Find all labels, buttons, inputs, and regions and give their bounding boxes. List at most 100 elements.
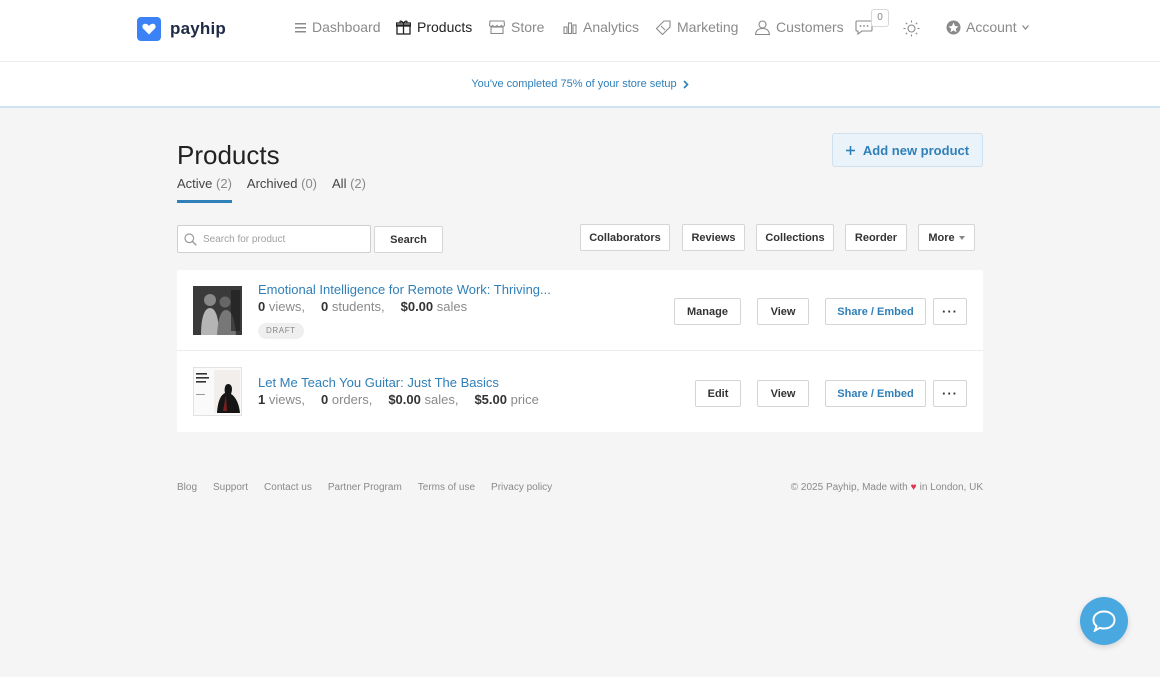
- footer-link-privacy[interactable]: Privacy policy: [491, 482, 552, 493]
- tab-active[interactable]: Active (2): [177, 176, 232, 203]
- nav-store-label: Store: [511, 19, 545, 35]
- heart-icon: ♥: [910, 482, 917, 493]
- reviews-button[interactable]: Reviews: [682, 224, 745, 251]
- more-options-button[interactable]: ···: [933, 380, 967, 407]
- tab-archived[interactable]: Archived (0): [247, 176, 317, 203]
- copyright-text: © 2025 Payhip, Made with: [790, 482, 908, 493]
- product-image: [193, 286, 242, 335]
- chat-bubble-icon: [1092, 610, 1116, 632]
- product-stats: 1 views, 0 orders, $0.00 sales, $5.00 pr…: [258, 392, 539, 407]
- caret-down-icon: [958, 235, 965, 240]
- gift-box-icon: [396, 20, 411, 35]
- stat-sales-label: sales: [436, 299, 468, 314]
- share-embed-button[interactable]: Share / Embed: [825, 380, 926, 407]
- stat-price: $5.00 price: [474, 392, 538, 407]
- nav-customers[interactable]: Customers: [755, 19, 844, 35]
- view-button[interactable]: View: [757, 380, 809, 407]
- top-navigation: payhip Dashboard Products Store Analytic…: [0, 0, 1160, 62]
- stat-students: 0 students,: [321, 299, 385, 314]
- more-label: More: [928, 231, 955, 244]
- account-icon: [946, 20, 961, 34]
- copyright-location: in London, UK: [919, 482, 983, 493]
- footer-link-contact[interactable]: Contact us: [264, 482, 312, 493]
- storefront-icon: [489, 20, 505, 34]
- menu-lines-icon: [295, 22, 306, 32]
- setup-progress-text: You've completed 75% of your store setup: [471, 78, 677, 90]
- nav-analytics[interactable]: Analytics: [563, 19, 639, 35]
- view-button[interactable]: View: [757, 298, 809, 325]
- nav-customers-label: Customers: [776, 19, 844, 35]
- nav-dashboard[interactable]: Dashboard: [295, 19, 381, 35]
- product-title-link[interactable]: Let Me Teach You Guitar: Just The Basics: [258, 375, 499, 390]
- nav-products[interactable]: Products: [396, 19, 472, 35]
- setup-banner: You've completed 75% of your store setup: [0, 62, 1160, 108]
- footer-link-partner-program[interactable]: Partner Program: [328, 482, 402, 493]
- add-new-product-button[interactable]: Add new product: [832, 133, 983, 167]
- stat-sales-value: $0.00: [388, 392, 421, 407]
- more-options-label: ···: [942, 304, 958, 319]
- heart-logo-icon: [137, 17, 161, 41]
- nav-marketing[interactable]: Marketing: [656, 19, 738, 35]
- tab-all[interactable]: All (2): [332, 176, 366, 203]
- more-options-button[interactable]: ···: [933, 298, 967, 325]
- tab-active-label: Active: [177, 176, 213, 191]
- stat-sales: $0.00 sales,: [388, 392, 458, 407]
- share-embed-button[interactable]: Share / Embed: [825, 298, 926, 325]
- help-chat-button[interactable]: [1080, 597, 1128, 645]
- stat-sales: $0.00 sales: [401, 299, 468, 314]
- footer-link-blog[interactable]: Blog: [177, 482, 197, 493]
- product-thumbnail[interactable]: [193, 367, 242, 416]
- stat-orders-label: orders,: [331, 392, 373, 407]
- product-stats: 0 views, 0 students, $0.00 sales: [258, 299, 467, 314]
- brand-name: payhip: [170, 19, 226, 38]
- notifications[interactable]: 0: [855, 9, 891, 39]
- tab-archived-count: (0): [301, 176, 318, 191]
- tab-all-label: All: [332, 176, 347, 191]
- user-icon: [755, 19, 770, 35]
- nav-products-label: Products: [417, 19, 473, 35]
- product-tabs: Active (2) Archived (0) All (2): [177, 176, 366, 203]
- collections-button[interactable]: Collections: [756, 224, 834, 251]
- footer-links: Blog Support Contact us Partner Program …: [177, 482, 552, 493]
- theme-toggle[interactable]: [903, 20, 920, 42]
- stat-views-label: views,: [268, 299, 305, 314]
- footer-link-terms[interactable]: Terms of use: [418, 482, 475, 493]
- search-input[interactable]: [203, 233, 363, 245]
- page-title: Products: [177, 140, 280, 170]
- stat-sales-value: $0.00: [400, 299, 434, 314]
- nav-store[interactable]: Store: [489, 19, 544, 35]
- edit-button[interactable]: Edit: [695, 380, 741, 407]
- account-menu[interactable]: Account: [946, 19, 1029, 35]
- stat-orders-value: 0: [320, 392, 329, 407]
- stat-students-label: students,: [331, 299, 385, 314]
- setup-progress-link[interactable]: You've completed 75% of your store setup: [471, 78, 689, 90]
- product-image: [193, 367, 242, 416]
- stat-views: 0 views,: [258, 299, 305, 314]
- search-box: [177, 225, 371, 253]
- reorder-button[interactable]: Reorder: [845, 224, 907, 251]
- search-button[interactable]: Search: [374, 226, 443, 253]
- tab-archived-label: Archived: [246, 176, 298, 191]
- product-list: Emotional Intelligence for Remote Work: …: [177, 270, 983, 432]
- footer-link-support[interactable]: Support: [213, 482, 248, 493]
- stat-views-value: 0: [258, 299, 266, 314]
- notification-count: 0: [871, 9, 889, 27]
- bar-chart-icon: [563, 22, 577, 34]
- product-thumbnail[interactable]: [193, 286, 242, 335]
- stat-sales-label: sales,: [424, 392, 459, 407]
- stat-students-value: 0: [320, 299, 329, 314]
- payhip-logo[interactable]: payhip: [137, 17, 226, 41]
- account-label: Account: [966, 19, 1017, 35]
- nav-marketing-label: Marketing: [677, 19, 739, 35]
- stat-views-label: views,: [268, 392, 305, 407]
- tab-active-count: (2): [216, 176, 232, 191]
- manage-button[interactable]: Manage: [674, 298, 741, 325]
- stat-orders: 0 orders,: [321, 392, 372, 407]
- stat-views: 1 views,: [258, 392, 305, 407]
- more-dropdown-button[interactable]: More: [918, 224, 975, 251]
- footer-copyright: © 2025 Payhip, Made with ♥ in London, UK: [791, 482, 983, 493]
- product-title-link[interactable]: Emotional Intelligence for Remote Work: …: [258, 282, 551, 297]
- plus-icon: [845, 145, 855, 155]
- add-new-product-label: Add new product: [862, 142, 970, 158]
- collaborators-button[interactable]: Collaborators: [580, 224, 670, 251]
